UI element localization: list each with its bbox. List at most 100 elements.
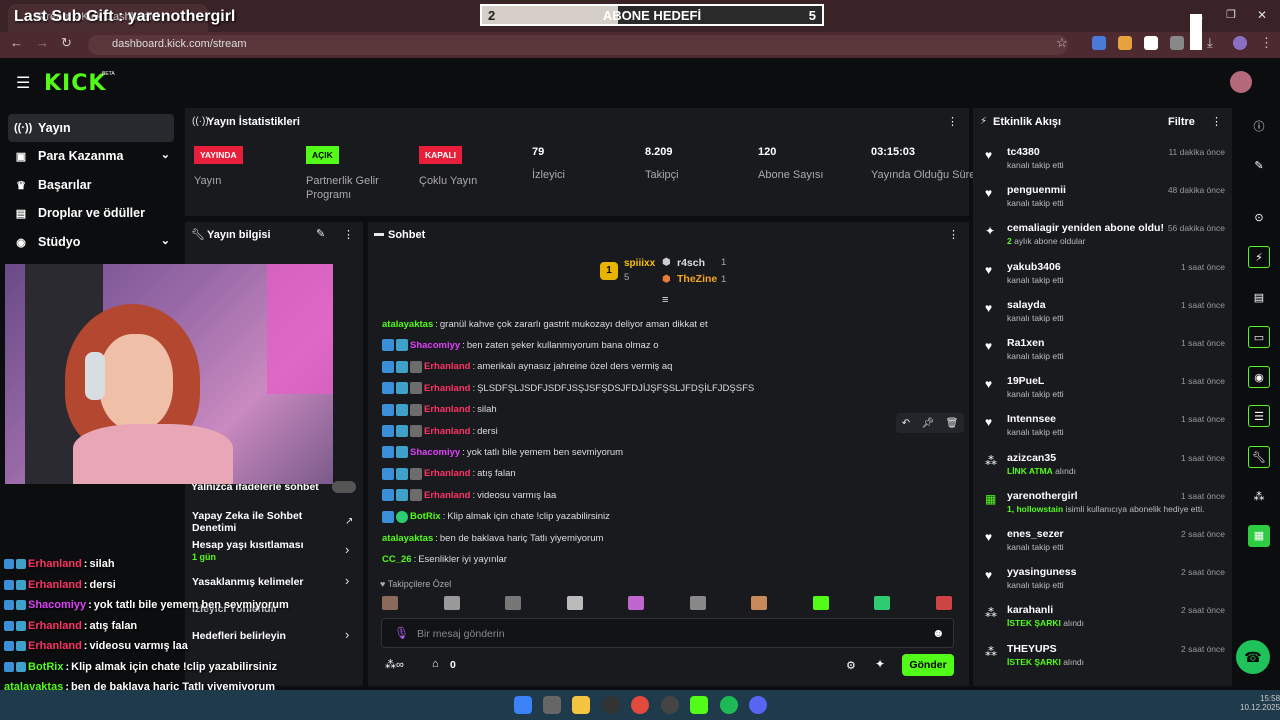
activity-item[interactable]: ✦ cemaliagir yeniden abone oldu! 56 dakika… (981, 222, 1225, 260)
toggle[interactable] (332, 481, 356, 493)
reply-icon[interactable]: ↶ (902, 418, 910, 429)
extension-icon[interactable] (1118, 36, 1132, 50)
settings-icon[interactable]: ⚙ (846, 659, 856, 672)
kick-logo[interactable]: KICK (44, 71, 106, 96)
document-icon[interactable]: ▤ (1248, 287, 1270, 309)
emote-icon[interactable] (812, 596, 829, 610)
chevron-right-icon[interactable]: › (345, 573, 349, 588)
activity-item[interactable]: ♥ 19PueL 1 saat önce kanalı takip etti (981, 375, 1225, 413)
activity-item[interactable]: ♥ Intennsee 1 saat önce kanalı takip etti (981, 413, 1225, 451)
kebab-icon[interactable]: ⋮ (343, 228, 354, 241)
support-icon[interactable]: ☎ (1236, 640, 1270, 674)
chat-username[interactable]: BotRix (410, 511, 441, 522)
sidebar-item-studyo[interactable]: ◉ Stüdyo ⌄ (8, 228, 174, 256)
emote-icon[interactable] (751, 596, 768, 610)
back-icon[interactable]: ← (10, 35, 23, 50)
sidebar-item-para-kazanma[interactable]: ▣ Para Kazanma ⌄ (8, 142, 174, 170)
emote-icon[interactable] (505, 596, 522, 610)
emote-icon[interactable] (628, 596, 645, 610)
hamburger-icon[interactable]: ☰ (16, 73, 30, 93)
chevron-right-icon[interactable]: › (345, 627, 349, 642)
activity-item[interactable]: ♥ Ra1xen 1 saat önce kanalı takip etti (981, 337, 1225, 375)
app-icon[interactable] (661, 696, 679, 714)
points-icon[interactable]: ⁂ (1248, 486, 1270, 508)
chat-input[interactable]: 🎙︎ Bir mesaj gönderin ☻ (381, 618, 954, 648)
emotes-icon[interactable]: ✦ (875, 657, 885, 671)
info-icon[interactable]: ⓘ (1248, 116, 1270, 138)
spotify-icon[interactable] (720, 696, 738, 714)
download-icon[interactable]: ⤓ (1207, 35, 1213, 51)
collapse-icon[interactable]: ≡ (662, 294, 668, 306)
info-row-label[interactable]: Yapay Zeka ile Sohbet Denetimi (192, 510, 312, 534)
filter-button[interactable]: Filtre (1168, 116, 1195, 128)
file-explorer-icon[interactable] (572, 696, 590, 714)
emote-icon[interactable] (874, 596, 891, 610)
activity-item[interactable]: ♥ tc4380 11 dakika önce kanalı takip etti (981, 146, 1225, 184)
activity-item[interactable]: ♥ enes_sezer 2 saat önce kanalı takip etti (981, 528, 1225, 566)
chat-username[interactable]: atalayaktas (382, 533, 433, 544)
store-icon[interactable]: ⌂ (432, 658, 439, 670)
chat-username[interactable]: Shacomiyy (410, 447, 460, 458)
chat-username[interactable]: Erhanland (424, 404, 470, 415)
lightning-icon[interactable]: ⚡︎ (1248, 246, 1270, 268)
url-field[interactable]: dashboard.kick.com/stream (88, 35, 1068, 55)
send-button[interactable]: Gönder (902, 654, 954, 676)
chat-username[interactable]: atalayaktas (382, 319, 433, 330)
chrome-icon[interactable] (631, 696, 649, 714)
obs-icon[interactable] (602, 696, 620, 714)
chevron-right-icon[interactable]: › (345, 542, 349, 557)
sidebar-item-yayin[interactable]: ((·)) Yayın (8, 114, 174, 142)
extension-icon[interactable] (1092, 36, 1106, 50)
chat-username[interactable]: Erhanland (424, 468, 470, 479)
avatar[interactable] (1230, 71, 1252, 93)
activity-item[interactable]: ♥ salayda 1 saat önce kanalı takip etti (981, 299, 1225, 337)
target-icon[interactable]: ⊙ (1248, 207, 1270, 229)
chat-username[interactable]: Erhanland (424, 426, 470, 437)
chat-username[interactable]: Erhanland (424, 361, 470, 372)
broadcast-icon[interactable]: ◉ (1248, 366, 1270, 388)
forward-icon[interactable]: → (36, 35, 49, 50)
sidebar-item-droplar[interactable]: ▤ Droplar ve ödüller (8, 199, 174, 227)
chat-username[interactable]: Shacomiyy (410, 340, 460, 351)
layout-icon[interactable]: ☰ (1248, 405, 1270, 427)
emoji-icon[interactable]: ☻ (932, 626, 945, 640)
activity-item[interactable]: ⁂ azizcan35 1 saat önce LİNK ATMA alındı (981, 452, 1225, 490)
kebab-icon[interactable]: ⋮ (1211, 115, 1222, 128)
activity-item[interactable]: ♥ yyasinguness 2 saat önce kanalı takip ett… (981, 566, 1225, 604)
emote-icon[interactable] (689, 596, 706, 610)
edit-icon[interactable]: ✎ (1248, 155, 1270, 177)
info-row-label[interactable]: Yasaklanmış kelimeler (192, 576, 304, 588)
browser-menu-icon[interactable]: ⋮ (1260, 35, 1273, 51)
info-row-label[interactable]: Hedefleri belirleyin (192, 630, 286, 642)
kick-app-icon[interactable] (690, 696, 708, 714)
wrench-icon[interactable]: 🔧︎ (1248, 446, 1270, 468)
emote-icon[interactable] (935, 596, 952, 610)
delete-icon[interactable]: 🗑︎ (946, 418, 959, 429)
chat-username[interactable]: CC_26 (382, 554, 412, 565)
reload-icon[interactable]: ↻ (61, 35, 72, 51)
external-link-icon[interactable]: ↗ (345, 516, 353, 527)
top-gifter-name[interactable]: TheZine (677, 273, 717, 285)
chat-username[interactable]: Erhanland (424, 490, 470, 501)
top-gifter-name[interactable]: spiiixx (624, 258, 655, 269)
close-icon[interactable]: ✕ (1257, 8, 1267, 22)
discord-icon[interactable] (749, 696, 767, 714)
top-gifter-name[interactable]: r4sch (677, 257, 705, 269)
edit-icon[interactable]: ✎ (316, 227, 325, 240)
activity-item[interactable]: ♥ yakub3406 1 saat önce kanalı takip etti (981, 261, 1225, 299)
sidebar-item-basarilar[interactable]: ♛ Başarılar (8, 171, 174, 199)
kebab-icon[interactable]: ⋮ (948, 228, 959, 241)
emote-icon[interactable] (382, 596, 398, 610)
emote-icon[interactable] (566, 596, 583, 610)
activity-item[interactable]: ⁂ THEYUPS 2 saat önce İSTEK ŞARKI alındı (981, 643, 1225, 681)
task-view-icon[interactable] (543, 696, 561, 714)
profile-icon[interactable] (1233, 36, 1247, 50)
chat-username[interactable]: Erhanland (424, 383, 470, 394)
store-icon[interactable]: ▦ (1248, 525, 1270, 547)
info-row-label[interactable]: Hesap yaşı kısıtlaması (192, 539, 304, 551)
emote-icon[interactable] (443, 596, 460, 610)
kebab-icon[interactable]: ⋮ (947, 115, 958, 128)
puzzle-icon[interactable] (1170, 36, 1184, 50)
chat-icon[interactable]: ▭ (1248, 326, 1270, 348)
activity-item[interactable]: ♥ penguenmii 48 dakika önce kanalı takip et… (981, 184, 1225, 222)
